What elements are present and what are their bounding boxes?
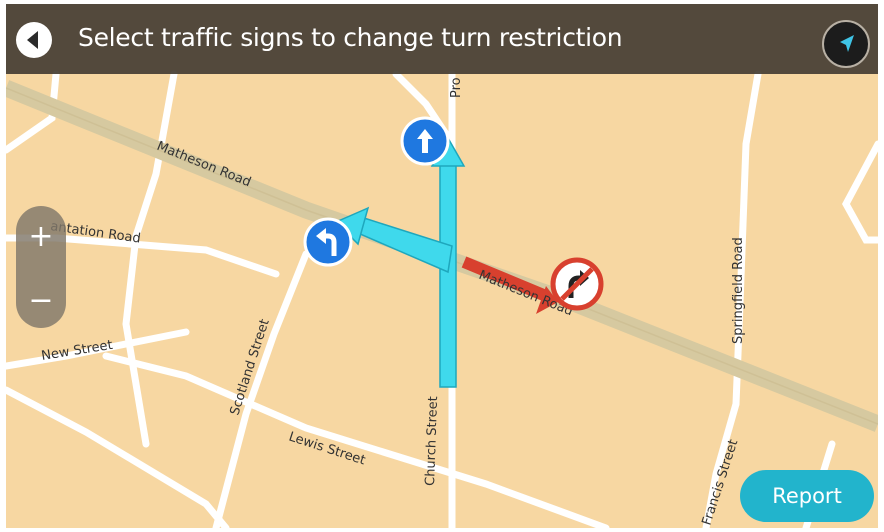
- label-church-street: Church Street: [423, 396, 441, 486]
- zoom-out-button[interactable]: −: [16, 276, 66, 326]
- straight-arrow-icon[interactable]: [400, 116, 450, 166]
- compass-button[interactable]: [822, 20, 870, 68]
- page-title: Select traffic signs to change turn rest…: [78, 23, 623, 52]
- zoom-control: + −: [16, 206, 66, 328]
- header-bar: Select traffic signs to change turn rest…: [6, 4, 878, 74]
- app-screen: Matheson Road Matheson Road antation Roa…: [6, 4, 878, 528]
- report-button[interactable]: Report: [740, 470, 874, 522]
- left-turn-arrow-icon[interactable]: [303, 217, 353, 267]
- zoom-in-button[interactable]: +: [16, 212, 66, 262]
- back-button[interactable]: [16, 22, 52, 58]
- map-view[interactable]: Matheson Road Matheson Road antation Roa…: [6, 4, 878, 528]
- chevron-left-icon: [27, 31, 38, 49]
- label-top-road: Pro: [449, 77, 464, 98]
- navigation-arrow-icon: [840, 35, 854, 52]
- no-right-turn-icon[interactable]: [550, 257, 604, 311]
- label-springfield-road: Springfield Road: [731, 237, 746, 344]
